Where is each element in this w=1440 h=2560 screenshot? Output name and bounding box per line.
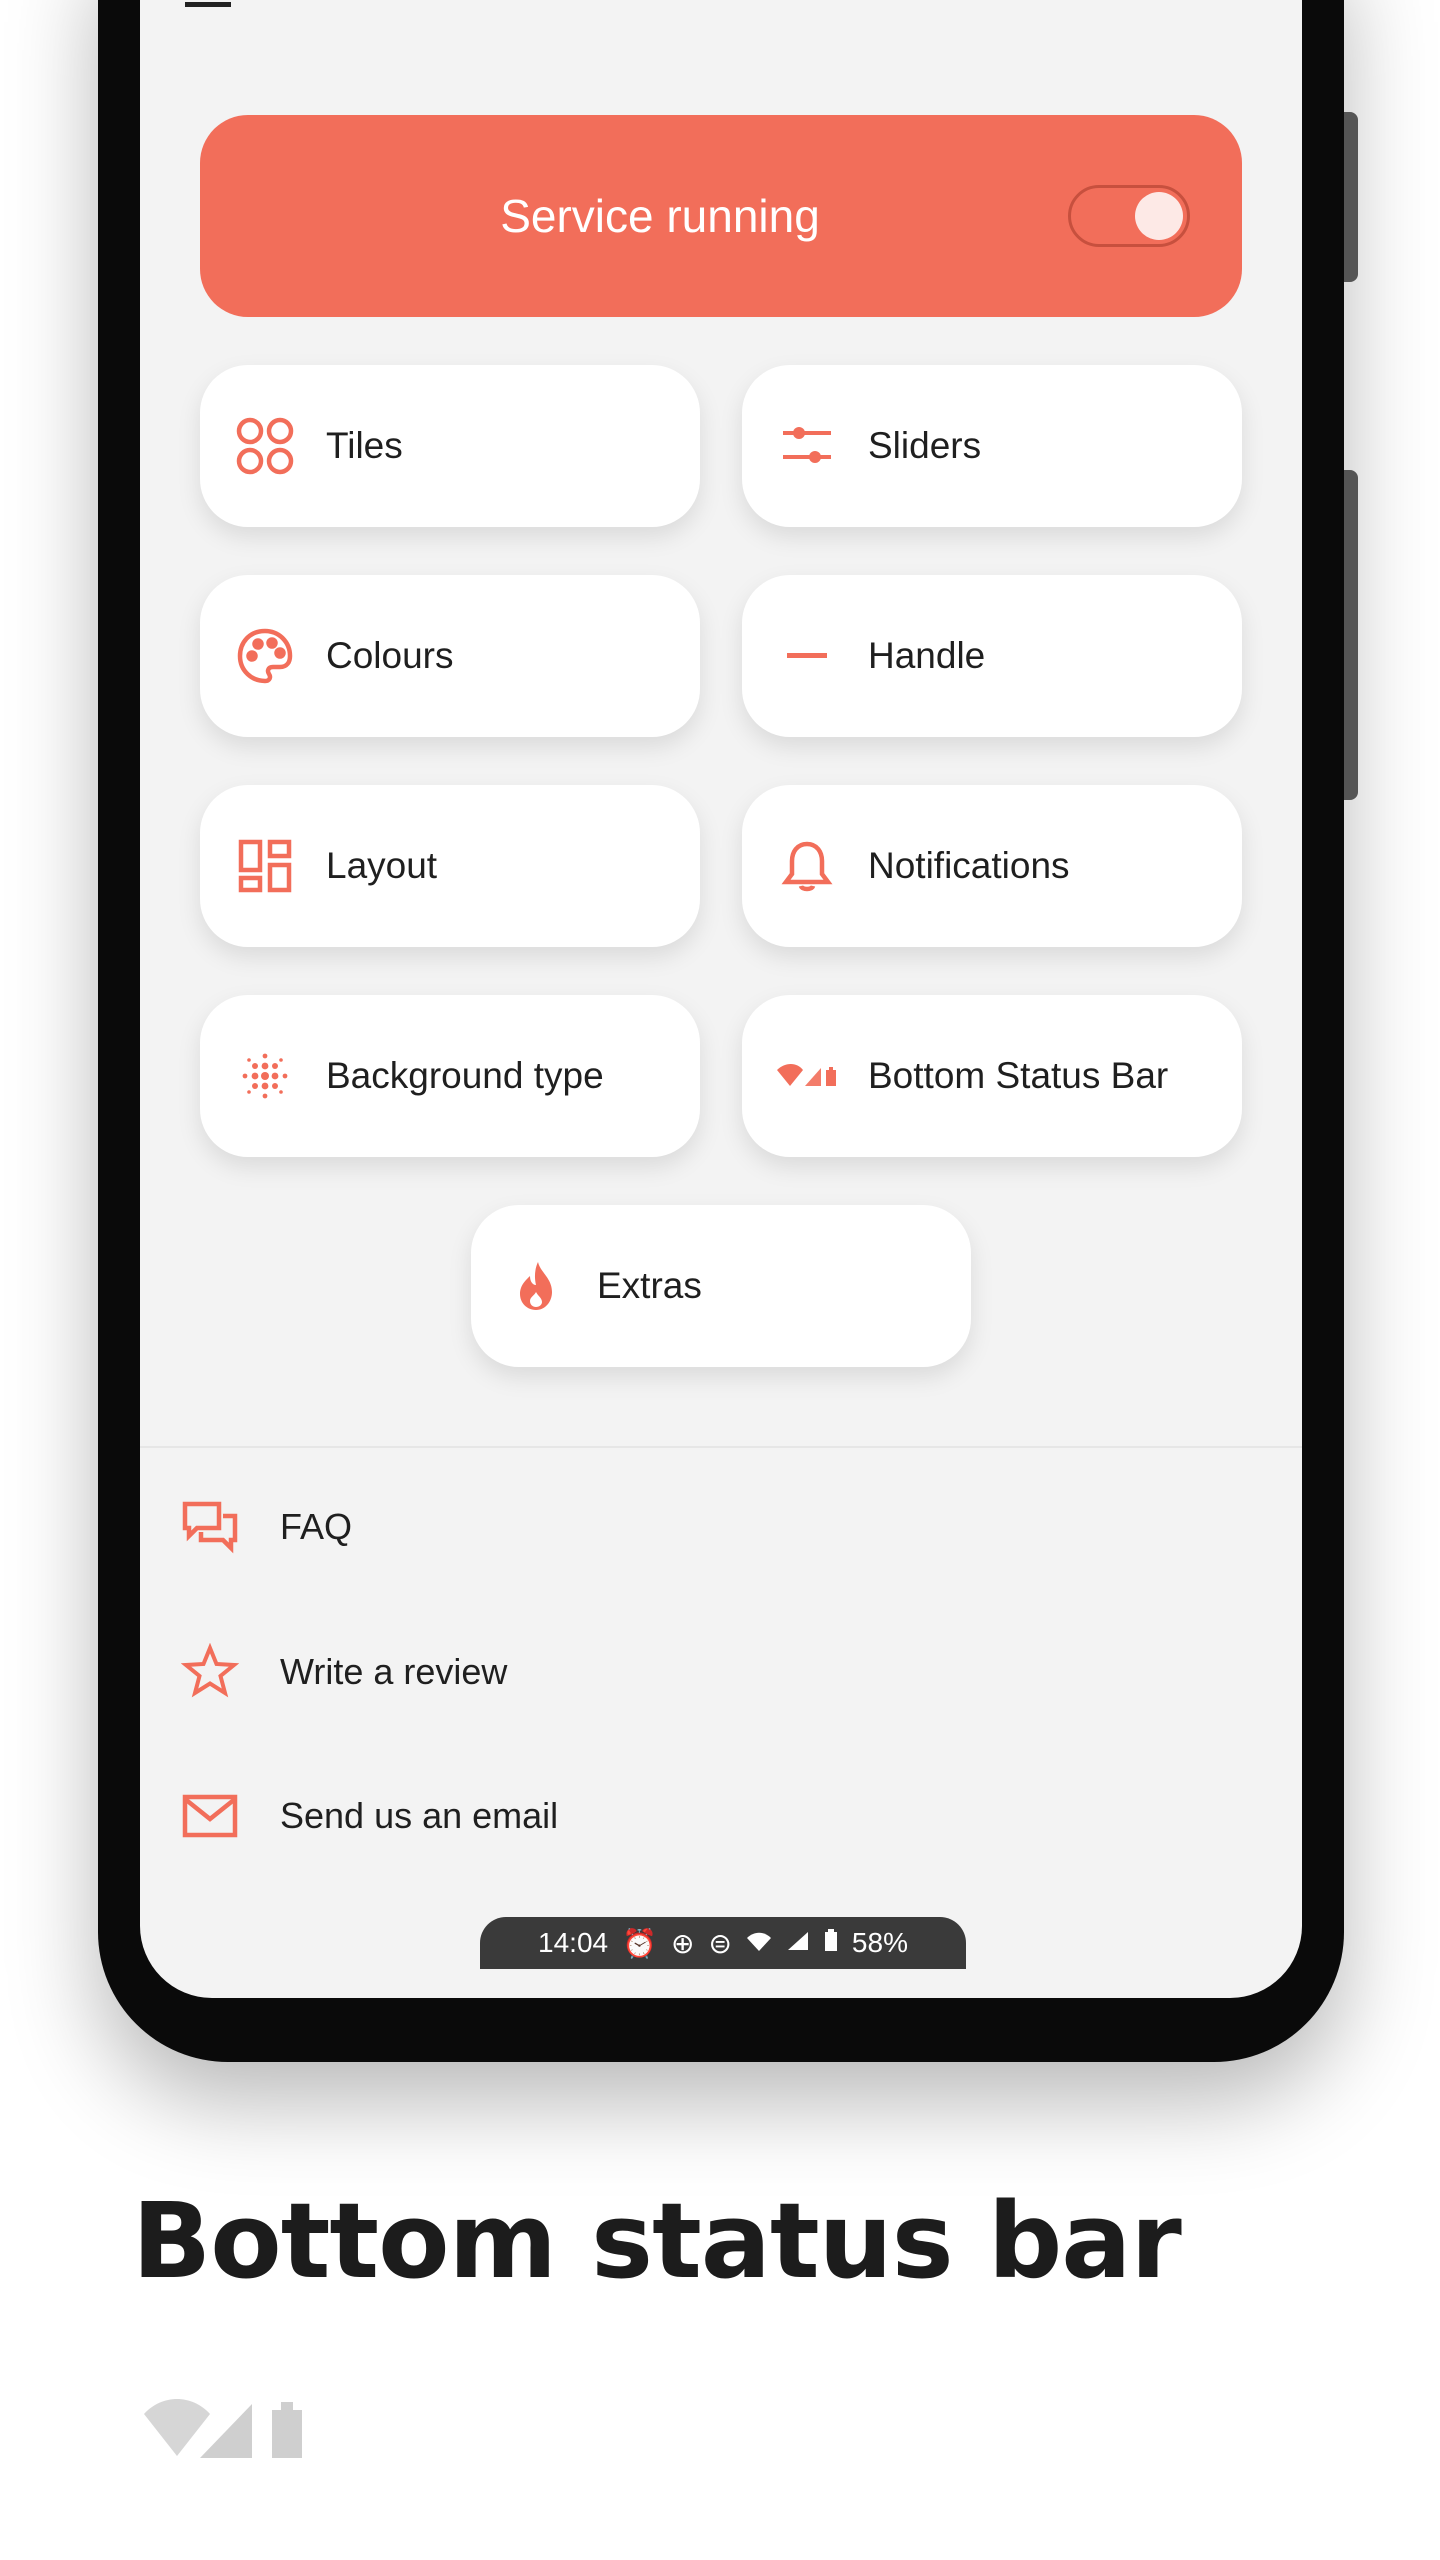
bottom-status-bar-label: Bottom Status Bar <box>868 1055 1169 1096</box>
send-email-link[interactable]: Send us an email <box>180 1776 558 1856</box>
palette-icon <box>232 623 298 689</box>
colours-label: Colours <box>326 635 454 676</box>
phone-power-button <box>1344 470 1358 800</box>
tiles-button[interactable]: Tiles <box>200 365 700 527</box>
alarm-icon: ⏰ <box>622 1927 657 1959</box>
service-status-banner[interactable]: Service running <box>200 115 1242 317</box>
service-toggle[interactable] <box>1068 185 1190 247</box>
data-saver-icon: ⊕ <box>670 1927 695 1959</box>
write-review-link[interactable]: Write a review <box>180 1632 507 1712</box>
signal-icon <box>786 1927 810 1959</box>
wifi-icon <box>746 1927 772 1959</box>
handle-icon <box>774 623 840 689</box>
layout-icon <box>232 833 298 899</box>
flame-icon <box>503 1253 569 1319</box>
background-type-label: Background type <box>326 1055 604 1096</box>
notifications-button[interactable]: Notifications <box>742 785 1242 947</box>
background-type-button[interactable]: Background type <box>200 995 700 1157</box>
faq-label: FAQ <box>280 1506 353 1547</box>
colours-button[interactable]: Colours <box>200 575 700 737</box>
bottom-status-bar: 14:04 ⏰ ⊕ ⊜ 58% <box>480 1917 966 1969</box>
handle-button[interactable]: Handle <box>742 575 1242 737</box>
send-email-label: Send us an email <box>280 1795 559 1836</box>
battery-icon <box>824 1927 838 1959</box>
sliders-label: Sliders <box>868 425 982 466</box>
sliders-icon <box>774 413 840 479</box>
bell-icon <box>774 833 840 899</box>
sliders-button[interactable]: Sliders <box>742 365 1242 527</box>
mail-icon <box>180 1786 240 1846</box>
section-divider <box>140 1446 1302 1448</box>
notifications-label: Notifications <box>868 845 1070 886</box>
bottom-status-bar-button[interactable]: Bottom Status Bar <box>742 995 1242 1157</box>
chat-icon <box>180 1497 240 1557</box>
dots-icon <box>232 1043 298 1109</box>
tiles-icon <box>232 413 298 479</box>
service-status-label: Service running <box>500 190 820 242</box>
status-bar-icon <box>774 1043 840 1109</box>
layout-button[interactable]: Layout <box>200 785 700 947</box>
phone-volume-button <box>1344 112 1358 282</box>
phone-screen: Service running Tiles Sliders Colours Ha… <box>140 0 1302 1998</box>
toggle-knob <box>1135 192 1183 240</box>
battery-percent: 58% <box>851 1927 908 1958</box>
extras-button[interactable]: Extras <box>471 1205 971 1367</box>
handle-label: Handle <box>868 635 986 676</box>
write-review-label: Write a review <box>280 1651 508 1692</box>
status-bar-illustration-icon <box>140 2390 320 2475</box>
rotation-lock-icon: ⊜ <box>708 1927 732 1959</box>
extras-label: Extras <box>597 1265 702 1306</box>
faq-link[interactable]: FAQ <box>180 1487 352 1567</box>
caption-title: Bottom status bar <box>132 2180 1182 2302</box>
star-icon <box>180 1642 240 1702</box>
status-time: 14:04 <box>538 1927 609 1958</box>
layout-label: Layout <box>326 845 438 886</box>
menu-icon[interactable] <box>185 2 231 7</box>
tiles-label: Tiles <box>326 425 403 466</box>
